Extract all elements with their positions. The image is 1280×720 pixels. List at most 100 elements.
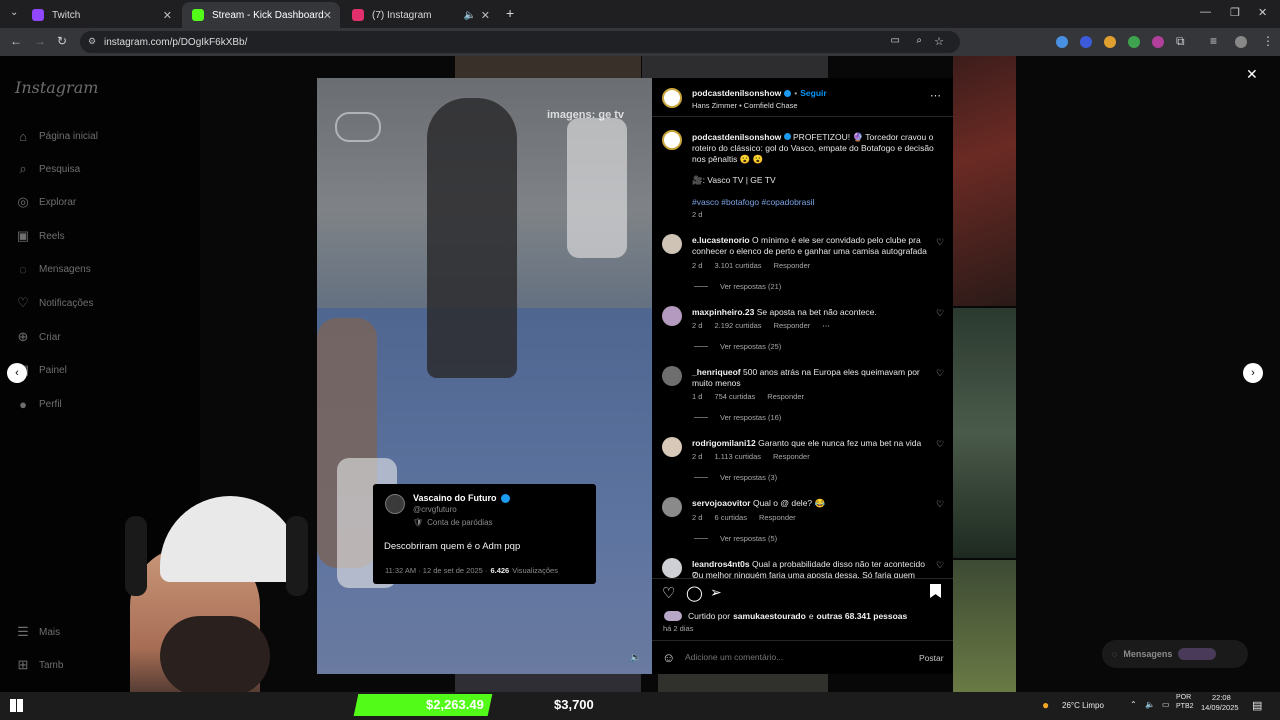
speaker-icon[interactable]: 🔈: [464, 10, 476, 21]
windows-start-icon[interactable]: [10, 699, 23, 712]
sidebar-item-profile[interactable]: ● Perfil: [15, 396, 62, 412]
sidebar-item-notifications[interactable]: ♡ Notificações: [15, 295, 93, 311]
liked-by-others[interactable]: outras 68.341 pessoas: [817, 611, 908, 621]
caption-username[interactable]: podcastdenilsonshow: [692, 132, 781, 142]
comment-input[interactable]: [685, 649, 905, 665]
language-indicator[interactable]: PTB2: [1176, 703, 1194, 710]
view-replies-button[interactable]: Ver respostas (21): [694, 282, 781, 291]
volume-icon[interactable]: 🔈: [1145, 700, 1155, 709]
site-info-icon[interactable]: ⚙: [88, 36, 96, 47]
comment-username[interactable]: e.lucastenorio: [692, 235, 750, 245]
comment-icon[interactable]: ◯: [686, 584, 703, 602]
new-tab-button[interactable]: +: [506, 5, 514, 21]
extension-5-icon[interactable]: [1152, 36, 1164, 48]
battery-icon[interactable]: POR: [1176, 693, 1191, 702]
comment-avatar[interactable]: [662, 437, 682, 457]
messages-floating-button[interactable]: ◌ Mensagens: [1102, 640, 1248, 668]
comment-likes[interactable]: 2.192 curtidas: [714, 321, 761, 330]
weather-text[interactable]: 26°C Limpo: [1062, 701, 1104, 710]
window-close-icon[interactable]: ✕: [1258, 6, 1267, 19]
like-comment-icon[interactable]: ♡: [936, 237, 944, 248]
comment-options-icon[interactable]: ⋯: [822, 321, 830, 330]
view-replies-button[interactable]: Ver respostas (25): [694, 342, 781, 351]
comment-username[interactable]: maxpinheiro.23: [692, 307, 754, 317]
comment-likes[interactable]: 6 curtidas: [714, 513, 747, 522]
minimize-icon[interactable]: —: [1200, 6, 1211, 18]
extensions-puzzle-icon[interactable]: ⧉: [1176, 34, 1185, 49]
reply-button[interactable]: Responder: [767, 392, 804, 401]
extension-4-icon[interactable]: [1128, 36, 1140, 48]
comment-username[interactable]: leandros4nt0s: [692, 559, 750, 569]
like-post-icon[interactable]: ♡: [662, 584, 675, 602]
like-comment-icon[interactable]: ♡: [936, 560, 944, 571]
reply-button[interactable]: Responder: [773, 452, 810, 461]
comment-avatar[interactable]: [662, 497, 682, 517]
caption-hashtags[interactable]: #vasco #botafogo #copadobrasil: [692, 197, 814, 208]
view-replies-button[interactable]: Ver respostas (3): [694, 473, 777, 482]
more-options-icon[interactable]: ⋯: [930, 89, 941, 102]
clock-date[interactable]: 14/09/2025: [1201, 703, 1239, 712]
audio-label[interactable]: Hans Zimmer • Cornfield Chase: [692, 101, 798, 110]
bookmark-star-icon[interactable]: ☆: [934, 35, 944, 48]
extension-3-icon[interactable]: [1104, 36, 1116, 48]
author-avatar[interactable]: [662, 130, 682, 150]
tray-chevron-icon[interactable]: ⌃: [1130, 700, 1137, 709]
clock-time[interactable]: 22:08: [1212, 693, 1231, 702]
close-tab-icon[interactable]: ✕: [163, 9, 172, 22]
view-replies-button[interactable]: Ver respostas (16): [694, 413, 781, 422]
reading-list-icon[interactable]: ≡: [1210, 34, 1217, 48]
comment-avatar[interactable]: [662, 366, 682, 386]
reply-button[interactable]: Responder: [759, 513, 796, 522]
like-comment-icon[interactable]: ♡: [936, 439, 944, 450]
liked-by-user[interactable]: samukaestourado: [733, 611, 806, 621]
comment-avatar[interactable]: [662, 306, 682, 326]
profile-avatar-icon[interactable]: [1235, 36, 1247, 48]
weather-icon[interactable]: ●: [1042, 698, 1049, 712]
close-tab-icon[interactable]: ✕: [481, 9, 490, 22]
close-modal-icon[interactable]: ✕: [1246, 66, 1258, 83]
zoom-icon[interactable]: ⌕: [916, 35, 922, 46]
sidebar-item-search[interactable]: ⌕ Pesquisa: [15, 161, 80, 177]
reply-button[interactable]: Responder: [774, 321, 811, 330]
view-replies-button[interactable]: Ver respostas (5): [694, 534, 777, 543]
sidebar-item-reels[interactable]: ▣ Reels: [15, 228, 65, 244]
previous-post-button[interactable]: ‹: [7, 363, 27, 383]
comment-avatar[interactable]: [662, 558, 682, 578]
close-tab-icon[interactable]: ✕: [323, 9, 332, 22]
extension-1-icon[interactable]: [1056, 36, 1068, 48]
post-comment-button[interactable]: Postar: [919, 653, 944, 663]
like-comment-icon[interactable]: ♡: [936, 368, 944, 379]
like-comment-icon[interactable]: ♡: [936, 308, 944, 319]
network-icon[interactable]: ▭: [1162, 700, 1170, 709]
share-icon[interactable]: ➢: [710, 584, 722, 601]
tab-list-chevron-icon[interactable]: ⌄: [10, 7, 18, 18]
instagram-logo[interactable]: Instagram: [15, 78, 98, 97]
emoji-icon[interactable]: ☺: [662, 650, 675, 665]
save-bookmark-icon[interactable]: [930, 584, 941, 598]
cast-icon[interactable]: ▭: [891, 35, 900, 46]
sidebar-item-explore[interactable]: ◎ Explorar: [15, 194, 76, 210]
comment-username[interactable]: _henriqueof: [692, 367, 741, 377]
author-avatar[interactable]: [662, 88, 682, 108]
sidebar-item-create[interactable]: ⊕ Criar: [15, 329, 61, 345]
post-video[interactable]: imagens: ge tv 🔈: [317, 78, 652, 674]
back-icon[interactable]: ←: [10, 34, 22, 48]
address-bar[interactable]: ⚙ instagram.com/p/DOgIkF6kXBb/ ▭ ⌕ ☆: [80, 31, 960, 53]
follow-button[interactable]: Seguir: [800, 88, 826, 98]
sidebar-item-messages[interactable]: ◌ Mensagens: [15, 261, 91, 277]
comment-likes[interactable]: 1.113 curtidas: [714, 452, 761, 461]
tab-instagram[interactable]: (7) Instagram 🔈 ✕: [342, 2, 498, 28]
author-username[interactable]: podcastdenilsonshow: [692, 88, 781, 98]
next-post-button[interactable]: ›: [1243, 363, 1263, 383]
extension-2-icon[interactable]: [1080, 36, 1092, 48]
tab-twitch[interactable]: Twitch ✕: [22, 2, 180, 28]
tab-kick[interactable]: Stream - Kick Dashboard ✕: [182, 2, 340, 28]
reply-button[interactable]: Responder: [774, 261, 811, 270]
comment-username[interactable]: rodrigomilani12: [692, 438, 756, 448]
restore-icon[interactable]: ❐: [1230, 6, 1240, 19]
comment-avatar[interactable]: [662, 234, 682, 254]
reload-icon[interactable]: ↻: [57, 34, 67, 48]
comment-likes[interactable]: 3.101 curtidas: [714, 261, 761, 270]
mute-icon[interactable]: 🔈: [630, 652, 641, 663]
comment-likes[interactable]: 754 curtidas: [714, 392, 755, 401]
